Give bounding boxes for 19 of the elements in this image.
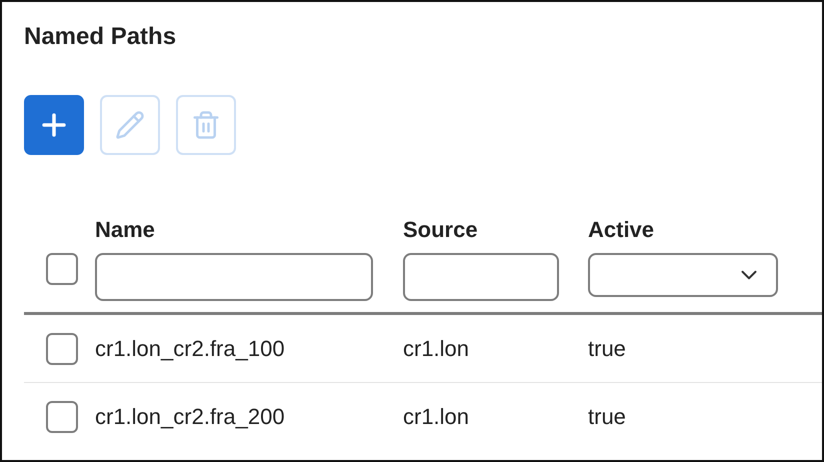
table-cell: cr1.lon <box>403 404 470 430</box>
table-cell: true <box>588 336 626 362</box>
column-header: Name <box>95 216 156 244</box>
column-header: Source <box>403 216 479 244</box>
row-checkbox[interactable] <box>46 401 78 433</box>
pencil-icon <box>115 110 145 140</box>
filter-field[interactable] <box>403 253 559 301</box>
row-checkbox[interactable] <box>46 332 78 364</box>
table-cell: cr1.lon <box>403 336 470 362</box>
table-cell: cr1.lon_cr2.fra_200 <box>95 404 285 430</box>
add-button[interactable] <box>24 95 84 155</box>
filter-field[interactable] <box>95 253 373 301</box>
panel-title: Named Paths <box>24 22 178 52</box>
trash-icon <box>191 110 221 140</box>
select-all-checkbox[interactable] <box>46 253 78 285</box>
table-cell: true <box>588 404 626 430</box>
column-header: Active <box>588 216 656 244</box>
filter-dropdown[interactable] <box>588 253 778 297</box>
table-cell: cr1.lon_cr2.fra_100 <box>95 336 285 362</box>
